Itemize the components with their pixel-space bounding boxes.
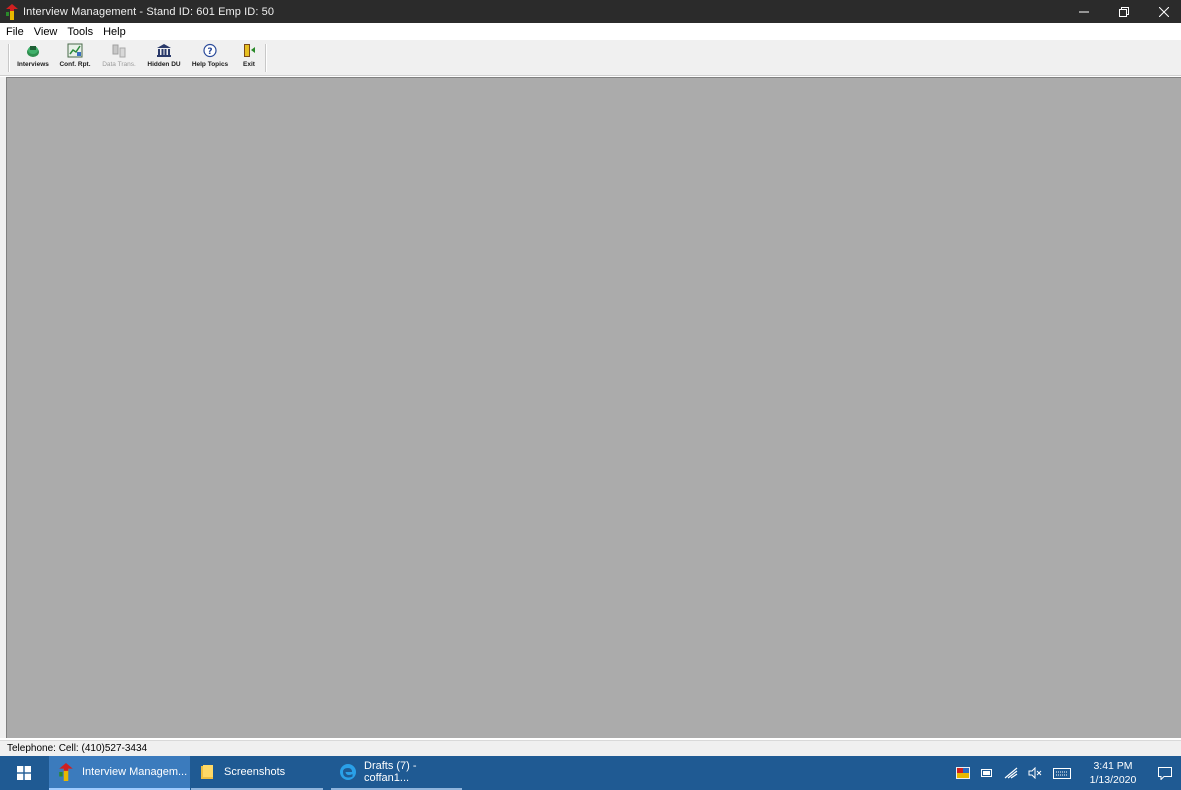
taskbar: Interview Managem... Screenshots Drafts … xyxy=(0,756,1181,790)
taskbar-item-label: Interview Managem... xyxy=(82,766,188,778)
menu-view[interactable]: View xyxy=(34,26,58,38)
close-icon[interactable] xyxy=(1147,0,1181,23)
data-trans-label: Data Trans. xyxy=(102,61,136,68)
exit-button[interactable]: Exit xyxy=(234,43,264,73)
hidden-du-button[interactable]: Hidden DU xyxy=(142,43,186,73)
report-icon xyxy=(67,43,83,58)
toolbar: Interviews Conf. Rpt. Data Trans. Hidden… xyxy=(0,40,1181,76)
help-topics-button[interactable]: ? Help Topics xyxy=(186,43,234,73)
menu-help[interactable]: Help xyxy=(103,26,126,38)
volume-muted-icon[interactable] xyxy=(1023,756,1047,790)
taskbar-item-edge-drafts[interactable]: Drafts (7) - coffan1... xyxy=(331,756,462,790)
conf-rpt-label: Conf. Rpt. xyxy=(59,61,91,68)
app-icon xyxy=(57,763,75,781)
status-bar: Telephone: Cell: (410)527-3434 xyxy=(0,740,1181,756)
clock-date: 1/13/2020 xyxy=(1089,774,1137,786)
battery-icon[interactable] xyxy=(975,756,999,790)
keyboard-icon[interactable] xyxy=(1047,756,1077,790)
restore-icon[interactable] xyxy=(1107,0,1141,23)
tray-app-icon[interactable] xyxy=(951,756,975,790)
window-titlebar[interactable]: Interview Management - Stand ID: 601 Emp… xyxy=(0,0,1181,23)
exit-label: Exit xyxy=(243,61,255,68)
data-trans-button[interactable]: Data Trans. xyxy=(96,43,142,73)
interviews-button[interactable]: Interviews xyxy=(12,43,54,73)
minimize-icon[interactable] xyxy=(1067,0,1101,23)
menu-file[interactable]: File xyxy=(6,26,24,38)
conf-rpt-button[interactable]: Conf. Rpt. xyxy=(54,43,96,73)
help-topics-label: Help Topics xyxy=(191,61,229,68)
app-icon xyxy=(5,3,19,20)
toolbar-separator xyxy=(265,44,267,72)
windows-icon xyxy=(17,766,31,780)
system-tray: 3:41 PM 1/13/2020 xyxy=(951,756,1181,790)
menu-bar: File View Tools Help xyxy=(0,23,1181,40)
taskbar-item-label: Drafts (7) - coffan1... xyxy=(364,760,417,784)
taskbar-item-label: Screenshots xyxy=(224,766,286,778)
svg-text:?: ? xyxy=(207,47,212,57)
start-button[interactable] xyxy=(0,756,48,790)
help-icon: ? xyxy=(202,43,218,58)
mdi-client-area[interactable] xyxy=(6,77,1181,738)
window-title: Interview Management - Stand ID: 601 Emp… xyxy=(23,5,275,18)
notification-icon[interactable] xyxy=(1149,756,1181,790)
interviews-label: Interviews xyxy=(17,61,49,68)
data-transfer-icon xyxy=(111,43,127,58)
status-text: Telephone: Cell: (410)527-3434 xyxy=(7,743,148,754)
exit-door-icon xyxy=(241,43,257,58)
menu-tools[interactable]: Tools xyxy=(67,26,93,38)
toolbar-grip[interactable] xyxy=(8,44,10,72)
hidden-du-label: Hidden DU xyxy=(147,61,181,68)
taskbar-clock[interactable]: 3:41 PM 1/13/2020 xyxy=(1083,759,1143,787)
taskbar-item-screenshots[interactable]: Screenshots xyxy=(191,756,323,790)
folder-icon xyxy=(199,763,217,781)
edge-icon xyxy=(339,763,357,781)
wifi-icon[interactable] xyxy=(999,756,1023,790)
taskbar-item-interview-management[interactable]: Interview Managem... xyxy=(49,756,190,790)
clock-time: 3:41 PM xyxy=(1093,760,1133,772)
interviews-icon xyxy=(25,43,41,58)
building-icon xyxy=(156,43,172,58)
